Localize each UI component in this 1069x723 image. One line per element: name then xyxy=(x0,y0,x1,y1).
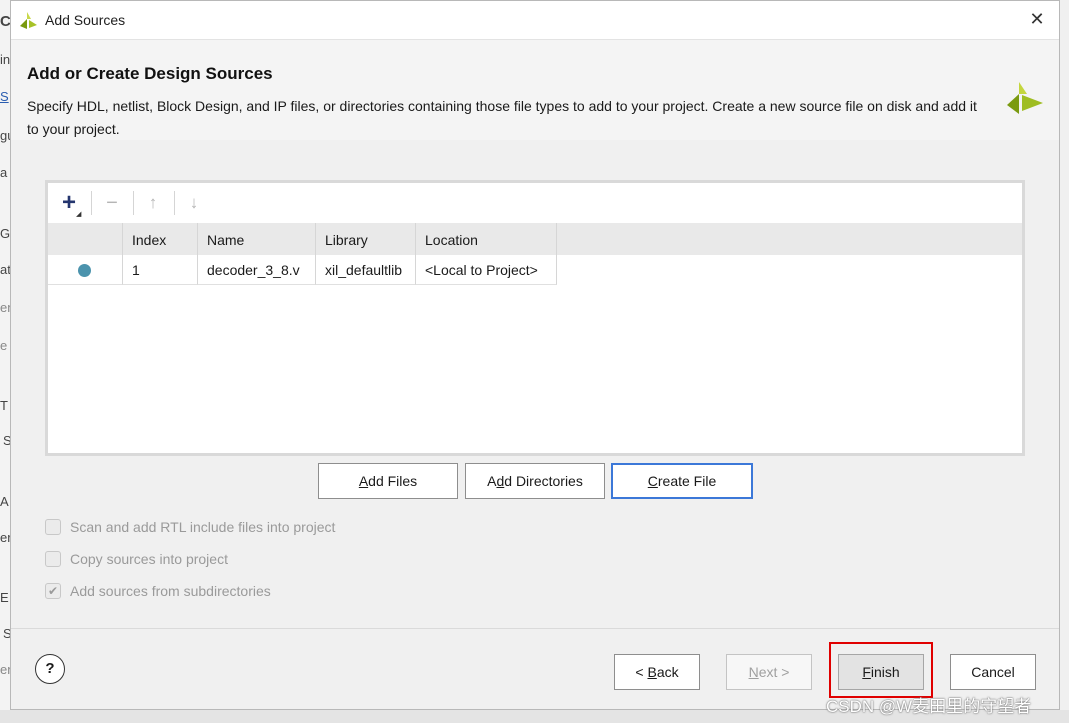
page-header: Add or Create Design Sources Specify HDL… xyxy=(11,40,1059,140)
copy-sources-label: Copy sources into project xyxy=(70,551,228,567)
next-button[interactable]: Next > xyxy=(726,654,812,690)
footer-divider xyxy=(11,628,1059,629)
bg-text: G xyxy=(0,226,11,241)
window-title: Add Sources xyxy=(45,12,126,28)
scan-rtl-checkbox[interactable] xyxy=(45,519,61,535)
page-title: Add or Create Design Sources xyxy=(27,64,273,83)
index-cell: 1 xyxy=(123,255,198,285)
button-label: < xyxy=(635,664,648,680)
column-header-location[interactable]: Location xyxy=(416,223,557,255)
dropdown-arrow-icon: ◢ xyxy=(76,211,82,218)
button-label: ack xyxy=(656,664,679,680)
bg-text: e xyxy=(0,338,8,353)
button-label: ext > xyxy=(758,664,790,680)
column-header-name[interactable]: Name xyxy=(198,223,316,255)
location-cell: <Local to Project> xyxy=(416,255,557,285)
mnemonic: N xyxy=(748,664,759,680)
sources-toolbar: + ◢ − ↑ ↓ xyxy=(48,183,1022,223)
cancel-button[interactable]: Cancel xyxy=(950,654,1036,690)
status-dot-icon xyxy=(78,264,91,277)
mnemonic: A xyxy=(358,473,369,489)
finish-highlight-box xyxy=(829,642,933,698)
table-header: Index Name Library Location xyxy=(48,223,1022,255)
bg-text: a xyxy=(0,165,8,180)
scan-rtl-label: Scan and add RTL include files into proj… xyxy=(70,519,336,535)
button-label: reate File xyxy=(657,473,717,489)
status-cell xyxy=(48,255,123,285)
column-header-index[interactable]: Index xyxy=(123,223,198,255)
button-label: dd Files xyxy=(368,473,418,489)
subdirectories-checkbox[interactable]: ✔ xyxy=(45,583,61,599)
add-files-button[interactable]: Add Files xyxy=(318,463,458,499)
sources-table-panel: + ◢ − ↑ ↓ Index Name Library Location 1 xyxy=(45,180,1025,456)
name-cell: decoder_3_8.v xyxy=(198,255,316,285)
help-button[interactable]: ? xyxy=(35,654,65,684)
bg-text: T xyxy=(0,398,8,413)
move-up-icon[interactable]: ↑ xyxy=(140,191,166,215)
toolbar-divider xyxy=(174,191,175,215)
subdirectories-label: Add sources from subdirectories xyxy=(70,583,271,599)
bg-text: S xyxy=(0,89,9,104)
page-description: Specify HDL, netlist, Block Design, and … xyxy=(27,98,977,137)
add-sources-dialog: Add Sources ✕ Add or Create Design Sourc… xyxy=(10,0,1060,710)
toolbar-divider xyxy=(133,191,134,215)
mnemonic: B xyxy=(647,664,657,680)
xilinx-logo-icon xyxy=(1007,80,1045,121)
column-header-library[interactable]: Library xyxy=(316,223,416,255)
bg-text: A xyxy=(0,494,9,509)
watermark: CSDN @W麦田里的守望者 xyxy=(826,697,1032,716)
copy-sources-checkbox[interactable] xyxy=(45,551,61,567)
bg-text: in xyxy=(0,52,11,67)
mnemonic: C xyxy=(647,473,658,489)
table-row[interactable]: 1 decoder_3_8.v xil_defaultlib <Local to… xyxy=(48,255,1022,285)
create-file-button[interactable]: Create File xyxy=(611,463,753,499)
title-bar: Add Sources ✕ xyxy=(11,1,1059,40)
button-label: d Directories xyxy=(504,473,583,489)
toolbar-divider xyxy=(91,191,92,215)
remove-icon[interactable]: − xyxy=(99,191,125,215)
add-directories-button[interactable]: Add Directories xyxy=(465,463,605,499)
back-button[interactable]: < Back xyxy=(614,654,700,690)
bg-text: E xyxy=(0,590,9,605)
column-header-status[interactable] xyxy=(48,223,123,255)
close-button[interactable]: ✕ xyxy=(1027,9,1047,29)
vivado-app-icon xyxy=(18,10,38,35)
move-down-icon[interactable]: ↓ xyxy=(181,191,207,215)
library-cell: xil_defaultlib xyxy=(316,255,416,285)
